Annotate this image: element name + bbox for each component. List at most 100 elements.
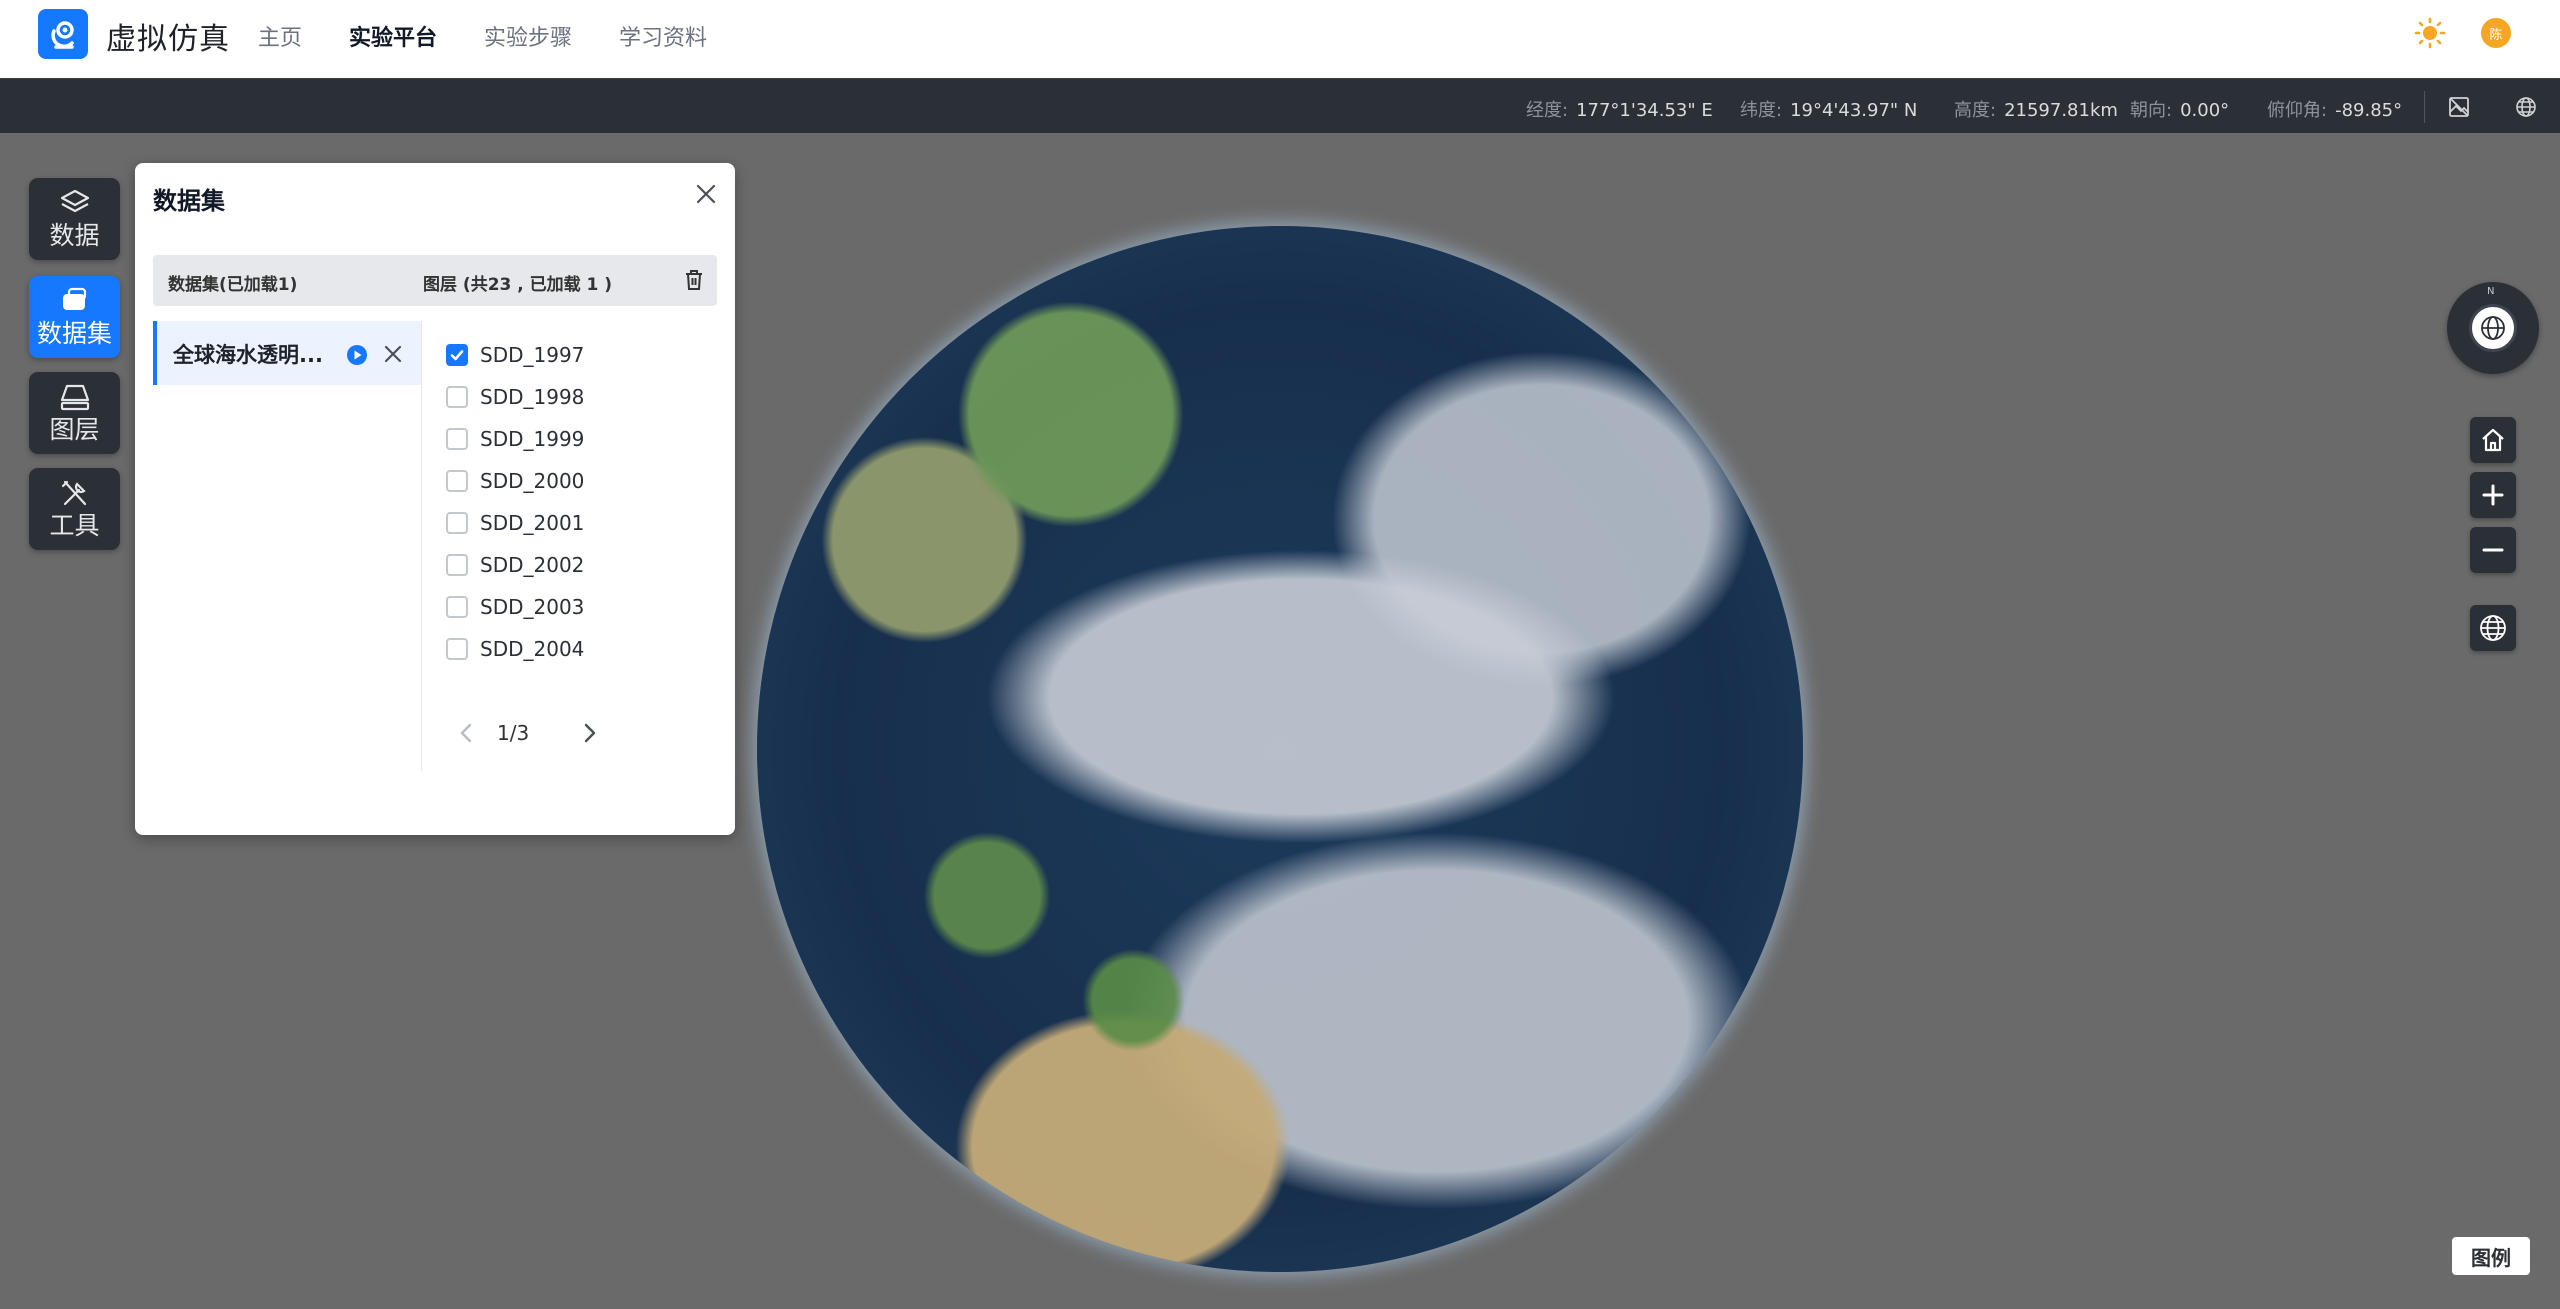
- dataset-name: 全球海水透明...: [173, 343, 323, 367]
- rail-button-tools[interactable]: 工具: [29, 468, 120, 550]
- rail-button-data[interactable]: 数据: [29, 178, 120, 260]
- panel-title: 数据集: [153, 187, 225, 215]
- layer-row[interactable]: SDD_2000: [446, 460, 584, 502]
- play-icon[interactable]: [346, 344, 368, 366]
- layer-row[interactable]: SDD_2004: [446, 628, 584, 670]
- layer-checkbox-checked[interactable]: [446, 344, 468, 366]
- app-logo[interactable]: [38, 9, 88, 59]
- layer-checkbox[interactable]: [446, 512, 468, 534]
- layer-checkbox[interactable]: [446, 386, 468, 408]
- plus-icon: [2482, 484, 2504, 506]
- layer-row[interactable]: SDD_2002: [446, 544, 584, 586]
- layer-checkbox[interactable]: [446, 638, 468, 660]
- app-title: 虚拟仿真: [106, 22, 230, 57]
- latitude-readout: 纬度: 19°4'43.97" N: [1740, 96, 1917, 122]
- microscope-logo-icon: [51, 21, 74, 49]
- checkmark-icon: [450, 350, 464, 361]
- prev-page-button[interactable]: [453, 719, 479, 747]
- layer-name: SDD_2001: [480, 511, 585, 535]
- globe-outline-icon: [2516, 97, 2536, 117]
- compass-navigator[interactable]: N: [2447, 282, 2539, 374]
- zoom-out-button[interactable]: [2470, 527, 2516, 573]
- image-map-icon: [2449, 97, 2469, 117]
- trash-icon: [686, 270, 702, 290]
- longitude-label: 经度:: [1526, 100, 1569, 121]
- language-button[interactable]: [2512, 93, 2540, 121]
- layer-list: SDD_1997 SDD_1998 SDD_1999 SDD_2000 SDD_…: [446, 334, 584, 670]
- nav-item-steps[interactable]: 实验步骤: [484, 20, 572, 52]
- home-view-button[interactable]: [2470, 417, 2516, 463]
- rail-label-layers: 图层: [49, 415, 100, 444]
- layer-name: SDD_2003: [480, 595, 585, 619]
- nav-item-platform[interactable]: 实验平台: [349, 20, 437, 52]
- statusbar-divider: [2424, 91, 2425, 123]
- dataset-icon: [62, 287, 86, 310]
- layer-row[interactable]: SDD_1998: [446, 376, 584, 418]
- layer-checkbox[interactable]: [446, 596, 468, 618]
- layer-name: SDD_1998: [480, 385, 585, 409]
- globe-icon: [2480, 615, 2506, 641]
- earth-globe-map[interactable]: [757, 226, 1803, 1272]
- zoom-in-button[interactable]: [2470, 472, 2516, 518]
- layer-checkbox[interactable]: [446, 428, 468, 450]
- legend-button[interactable]: 图例: [2452, 1237, 2530, 1275]
- pitch-value: -89.85°: [2335, 100, 2403, 121]
- longitude-readout: 经度: 177°1'34.53" E: [1526, 96, 1713, 122]
- tools-icon: [61, 480, 86, 506]
- heading-label: 朝向:: [2130, 100, 2173, 121]
- pitch-label: 俯仰角:: [2267, 100, 2328, 121]
- height-label: 高度:: [1954, 100, 1997, 121]
- layer-row[interactable]: SDD_2003: [446, 586, 584, 628]
- compass-north-label: N: [2487, 286, 2495, 297]
- layers-icon: [60, 189, 89, 213]
- layer-row[interactable]: SDD_2001: [446, 502, 584, 544]
- minus-icon: [2482, 548, 2504, 552]
- layer-row[interactable]: SDD_1999: [446, 418, 584, 460]
- longitude-value: 177°1'34.53" E: [1576, 100, 1713, 121]
- panel-header-bar: 数据集(已加载1) 图层 (共23 , 已加载 1 ): [153, 255, 717, 306]
- layer-count-label: 图层 (共23 , 已加载 1 ): [423, 275, 613, 295]
- dataset-panel: 数据集 数据集(已加载1) 图层 (共23 , 已加载 1 ) 全球海水透明..…: [135, 163, 735, 835]
- home-icon: [2482, 428, 2504, 452]
- globe-view-button[interactable]: [2470, 605, 2516, 651]
- clear-all-button[interactable]: [681, 267, 707, 293]
- next-page-button[interactable]: [577, 719, 603, 747]
- nav-item-materials[interactable]: 学习资料: [619, 20, 707, 52]
- column-divider: [421, 321, 422, 771]
- pitch-readout: 俯仰角: -89.85°: [2267, 96, 2402, 122]
- layer-pager: 1/3: [453, 715, 613, 751]
- rail-button-dataset[interactable]: 数据集: [29, 276, 120, 358]
- page-indicator: 1/3: [497, 721, 530, 745]
- nav-item-home[interactable]: 主页: [258, 20, 302, 52]
- basemap-button[interactable]: [2445, 93, 2473, 121]
- compass-center[interactable]: [2469, 304, 2517, 352]
- layer-panel-icon: [60, 384, 89, 411]
- close-icon: [384, 345, 402, 363]
- theme-toggle-button[interactable]: [2412, 15, 2448, 51]
- user-avatar[interactable]: 陈: [2481, 18, 2511, 48]
- sun-icon: [2414, 17, 2446, 49]
- main-nav: 主页 实验平台 实验步骤 学习资料: [258, 20, 754, 52]
- layer-name: SDD_2004: [480, 637, 585, 661]
- chevron-right-icon: [584, 723, 596, 743]
- globe-grid-icon: [2481, 316, 2505, 340]
- dataset-list-item[interactable]: 全球海水透明...: [153, 321, 421, 385]
- close-icon: [696, 184, 716, 204]
- layer-checkbox[interactable]: [446, 470, 468, 492]
- top-navbar: 虚拟仿真 主页 实验平台 实验步骤 学习资料 陈: [0, 0, 2560, 78]
- layer-name: SDD_2002: [480, 553, 585, 577]
- layer-checkbox[interactable]: [446, 554, 468, 576]
- chevron-left-icon: [460, 723, 472, 743]
- heading-readout: 朝向: 0.00°: [2130, 96, 2229, 122]
- layer-row[interactable]: SDD_1997: [446, 334, 584, 376]
- panel-close-button[interactable]: [691, 179, 721, 209]
- dataset-remove-button[interactable]: [381, 342, 405, 366]
- height-value: 21597.81km: [2004, 100, 2118, 121]
- rail-button-layers[interactable]: 图层: [29, 372, 120, 454]
- layer-name: SDD_1999: [480, 427, 585, 451]
- layer-name: SDD_1997: [480, 343, 585, 367]
- heading-value: 0.00°: [2180, 100, 2230, 121]
- coordinate-statusbar: 经度: 177°1'34.53" E 纬度: 19°4'43.97" N 高度: 21…: [0, 78, 2560, 133]
- rail-label-tools: 工具: [49, 511, 100, 540]
- dataset-count-label: 数据集(已加载1): [168, 275, 298, 295]
